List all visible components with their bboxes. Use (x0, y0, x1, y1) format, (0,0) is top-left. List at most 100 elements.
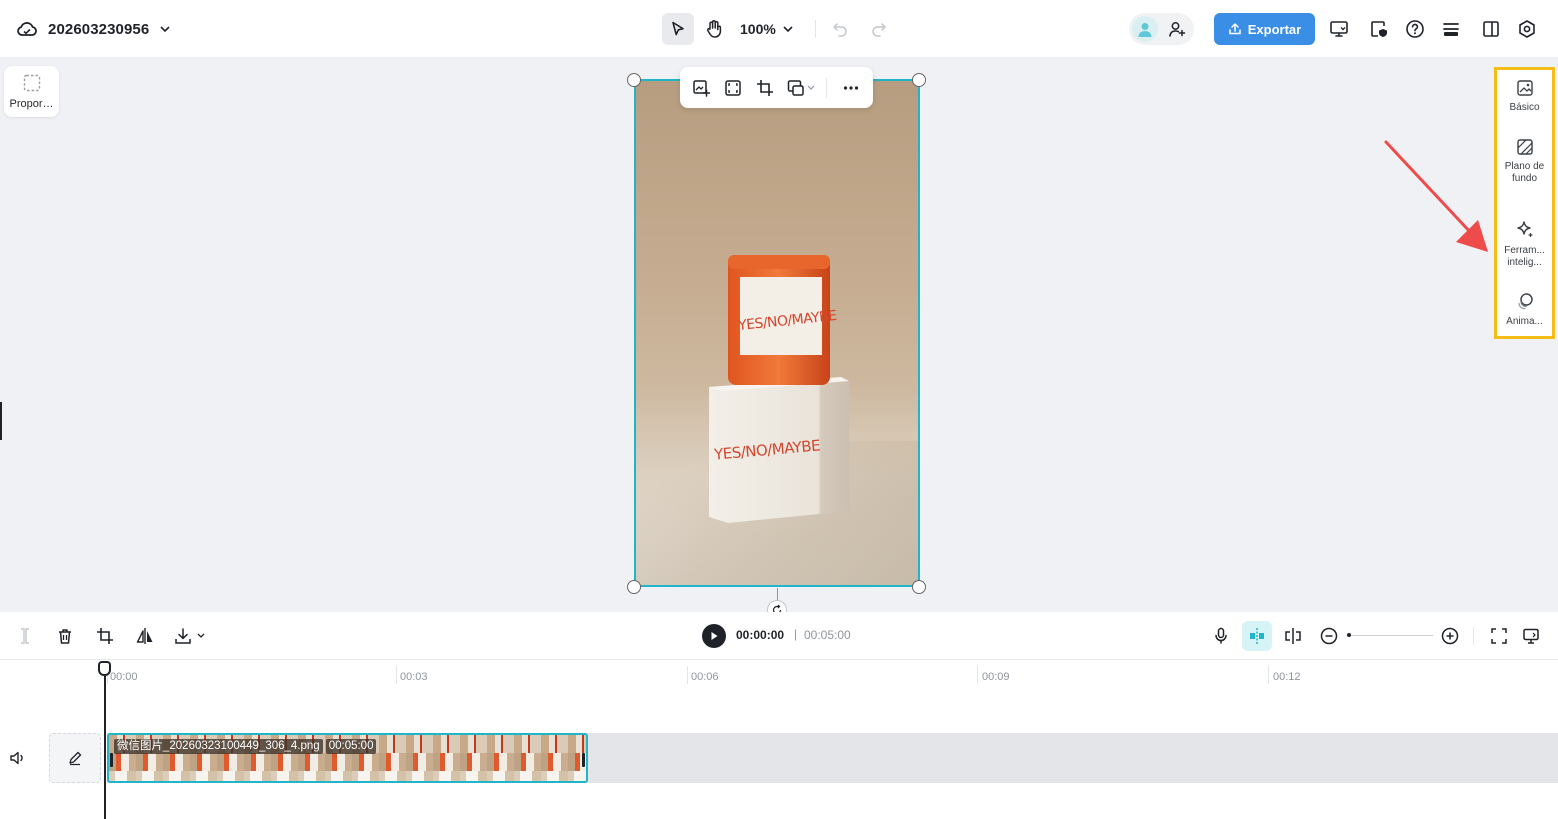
divider (815, 20, 816, 38)
playhead[interactable] (104, 668, 106, 819)
replace-image-button[interactable] (690, 77, 712, 99)
cloud-icon (16, 20, 38, 38)
timeline-toolbar: 00:00:00 | 00:05:00 (0, 612, 1558, 660)
download-dropdown[interactable] (174, 625, 208, 647)
panel-toggle-button[interactable] (1479, 17, 1503, 41)
monitor-icon (1329, 19, 1349, 39)
delete-button[interactable] (54, 625, 76, 647)
panel-tab-animation[interactable]: Anima... (1497, 291, 1552, 328)
split-icon (17, 627, 33, 645)
slider-thumb[interactable] (1347, 633, 1351, 637)
rotate-icon (767, 600, 787, 612)
track-mute-button[interactable] (8, 748, 28, 768)
ruler-label: 00:09 (982, 671, 1010, 683)
redo-button[interactable] (867, 17, 891, 41)
chevron-down-icon (159, 23, 171, 35)
image-floating-toolbar (680, 67, 873, 108)
play-button[interactable] (702, 624, 726, 648)
panel-tab-basic[interactable]: Básico (1497, 79, 1552, 114)
rotate-handle[interactable] (767, 600, 787, 612)
clip-duration: 00:05:00 (325, 739, 377, 754)
resize-handle-bl[interactable] (627, 580, 641, 594)
hand-tool-button[interactable] (698, 13, 730, 45)
project-name: 202603230956 (48, 20, 150, 38)
track-cover-button[interactable] (49, 733, 101, 783)
minus-circle-icon (1320, 627, 1338, 645)
ratio-label: Propor… (9, 98, 54, 110)
timeline-panel: 00:00:00 | 00:05:00 00:00 00:03 00:06 00… (0, 612, 1558, 819)
transform-dropdown[interactable] (786, 77, 816, 99)
side-handle[interactable] (0, 402, 2, 440)
more-icon (842, 79, 860, 97)
split-button[interactable] (14, 625, 36, 647)
preview-mode-button[interactable] (1520, 625, 1542, 647)
project-menu[interactable]: 202603230956 (16, 17, 171, 41)
record-audio-button[interactable] (1210, 625, 1232, 647)
properties-panel: Básico Plano de fundo Ferram... intelig.… (1494, 67, 1555, 339)
background-icon (1516, 138, 1534, 156)
panel-tab-label: Plano de fundo (1504, 161, 1545, 184)
more-options-button[interactable] (840, 77, 862, 99)
screen-icon (1522, 627, 1540, 645)
zoom-level: 100% (740, 21, 776, 37)
swap-image-icon (787, 79, 815, 97)
zoom-dropdown[interactable]: 100% (740, 18, 794, 40)
help-button[interactable] (1403, 17, 1427, 41)
zoom-out-button[interactable] (1318, 625, 1340, 647)
selected-image[interactable]: YES/NO/MAYBE YES/NO/MAYBE (634, 79, 920, 587)
avatar[interactable] (1132, 16, 1158, 42)
playhead-handle[interactable] (98, 661, 111, 676)
flip-button[interactable] (134, 625, 156, 647)
panel-tab-label: Básico (1509, 102, 1540, 113)
fit-button[interactable] (722, 77, 744, 99)
time-separator: | (794, 627, 798, 641)
panel-tab-background[interactable]: Plano de fundo (1497, 138, 1552, 185)
settings-button[interactable] (1515, 17, 1539, 41)
select-tool-button[interactable] (662, 13, 694, 45)
collaborators[interactable] (1129, 13, 1194, 45)
export-label: Exportar (1247, 21, 1302, 37)
resize-handle-tr[interactable] (912, 73, 926, 87)
panel-tab-smart-tools[interactable]: Ferram... intelig... (1497, 220, 1552, 269)
layers-icon (1441, 19, 1461, 39)
resize-handle-br[interactable] (912, 580, 926, 594)
resize-handle-tl[interactable] (627, 73, 641, 87)
product-photo: YES/NO/MAYBE YES/NO/MAYBE (636, 81, 918, 585)
total-duration: 00:05:00 (804, 628, 851, 642)
undo-icon (831, 20, 849, 38)
fit-frame-icon (724, 79, 742, 97)
crop-button[interactable] (754, 77, 776, 99)
crop-icon (756, 79, 774, 97)
speaker-icon (8, 748, 28, 768)
magnet-snap-icon (1247, 627, 1267, 645)
crop-icon (96, 627, 114, 645)
clip-trim-right[interactable] (582, 753, 585, 767)
shield-file-icon (1369, 19, 1389, 39)
split-clip-icon (1284, 627, 1302, 645)
edit-pen-icon (67, 750, 83, 766)
clip-filename: 微信图片_20260323100449_306_4.png (114, 739, 323, 754)
download-icon (174, 627, 208, 645)
brand-kit-button[interactable] (1367, 17, 1391, 41)
top-bar: 202603230956 100% Exportar (0, 0, 1558, 57)
timeline-zoom-slider[interactable] (1347, 633, 1433, 637)
undo-button[interactable] (828, 17, 852, 41)
crop-clip-button[interactable] (94, 625, 116, 647)
clip-label: 微信图片_20260323100449_306_4.png 00:05:00 (114, 739, 377, 754)
ruler-label: 00:06 (691, 671, 719, 683)
layers-button[interactable] (1439, 17, 1463, 41)
aspect-ratio-button[interactable]: Propor… (4, 66, 59, 117)
export-button[interactable]: Exportar (1214, 13, 1315, 45)
zoom-in-button[interactable] (1439, 625, 1461, 647)
snap-toggle-button[interactable] (1242, 621, 1272, 651)
add-user-icon[interactable] (1168, 20, 1186, 38)
clip-trim-left[interactable] (110, 753, 113, 767)
present-button[interactable] (1327, 17, 1351, 41)
image-clip[interactable]: 微信图片_20260323100449_306_4.png 00:05:00 (107, 733, 588, 783)
fit-timeline-button[interactable] (1488, 625, 1510, 647)
panel-tab-label: Ferram... intelig... (1504, 245, 1545, 268)
ruler-label: 00:03 (400, 671, 428, 683)
chevron-down-icon (782, 23, 794, 35)
image-plus-icon (692, 79, 710, 97)
split-playhead-button[interactable] (1282, 625, 1304, 647)
